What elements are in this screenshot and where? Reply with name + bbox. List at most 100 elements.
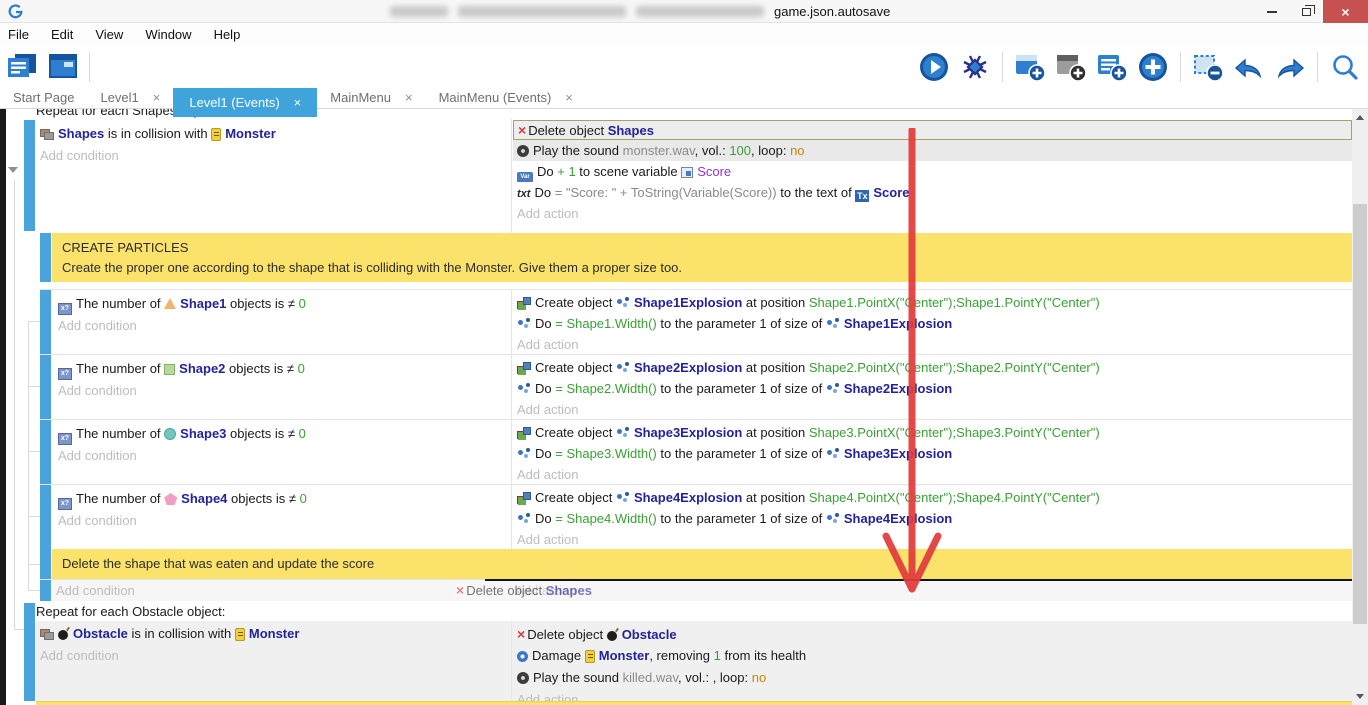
search-button[interactable]	[1328, 50, 1362, 84]
tab-close-icon[interactable]: ×	[294, 88, 302, 117]
undo-button[interactable]	[1232, 50, 1266, 84]
tab-level1[interactable]: Level1×	[87, 88, 173, 108]
text-segment: The number of	[76, 296, 164, 311]
collapse-arrow-icon[interactable]	[8, 167, 18, 173]
tab-mainmenu[interactable]: MainMenu×	[317, 88, 425, 108]
action-row[interactable]: Create object Shape3Explosion at positio…	[513, 422, 1352, 443]
subevent-s4[interactable]: x?The number of Shape4 objects is ≠ 0Add…	[40, 484, 1352, 549]
add-condition-link[interactable]: Add condition	[54, 315, 509, 337]
close-button[interactable]: ×	[1323, 0, 1368, 23]
subevent-s2[interactable]: x?The number of Shape2 objects is ≠ 0Add…	[40, 354, 1352, 419]
vertical-scrollbar[interactable]	[1352, 109, 1368, 705]
tab-close-icon[interactable]: ×	[405, 88, 413, 108]
menu-help[interactable]: Help	[203, 24, 252, 45]
restore-button[interactable]	[1289, 0, 1323, 23]
add-action-link[interactable]: Add action	[513, 399, 1352, 420]
action-row[interactable]: VarDo + 1 to scene variable Score	[513, 161, 1352, 182]
scene-window-button[interactable]	[46, 50, 80, 84]
tab-mainmenu-events-[interactable]: MainMenu (Events)×	[426, 88, 586, 108]
condition-row[interactable]: Shapes is in collision with Monster	[36, 123, 506, 145]
actions-column: Create object Shape2Explosion at positio…	[513, 357, 1352, 420]
tab-close-icon[interactable]: ×	[565, 88, 573, 108]
add-action-link[interactable]: Add action	[513, 334, 1352, 355]
bomb-icon	[58, 630, 68, 640]
empty-subevent-row[interactable]: Add conditionAdd action	[40, 579, 1352, 601]
add-action-link[interactable]: Add action	[513, 464, 1352, 485]
action-row[interactable]: Do = Shape1.Width() to the parameter 1 o…	[513, 313, 1352, 334]
comment-box[interactable]: CREATE PARTICLESCreate the proper one ac…	[52, 233, 1352, 282]
text-segment: Do	[535, 511, 555, 526]
scene-list-button[interactable]	[6, 50, 40, 84]
add-condition-link[interactable]: Add condition	[54, 445, 509, 467]
action-row[interactable]: Create object Shape4Explosion at positio…	[513, 487, 1352, 508]
add-new-button[interactable]	[1136, 50, 1170, 84]
tab-start-page[interactable]: Start Page	[0, 88, 87, 108]
add-condition-link[interactable]: Add condition	[54, 380, 509, 402]
menu-edit[interactable]: Edit	[40, 24, 84, 45]
text-segment: objects is ≠	[225, 361, 297, 376]
add-condition-link[interactable]: Add condition	[36, 645, 506, 667]
subevent-s1[interactable]: x?The number of Shape1 objects is ≠ 0Add…	[40, 289, 1352, 354]
redo-button[interactable]	[1273, 50, 1307, 84]
text-segment: Shapes	[546, 583, 592, 598]
menu-file[interactable]: File	[0, 24, 40, 45]
text-segment: Shape2Explosion	[844, 381, 952, 396]
add-comment-button[interactable]	[1095, 50, 1129, 84]
add-action-link[interactable]: Add action	[513, 689, 1352, 701]
condition-row[interactable]: x?The number of Shape1 objects is ≠ 0	[54, 293, 509, 315]
action-row[interactable]: Play the sound killed.wav, vol.: , loop:…	[513, 667, 1352, 689]
add-action-link[interactable]: Add action	[513, 529, 1352, 550]
add-condition-link[interactable]: Add condition	[54, 510, 509, 532]
action-row[interactable]: Create object Shape1Explosion at positio…	[513, 292, 1352, 313]
action-row[interactable]: Do = Shape4.Width() to the parameter 1 o…	[513, 508, 1352, 529]
comment-block[interactable]: CREATE PARTICLESCreate the proper one ac…	[40, 233, 1352, 282]
comment-block[interactable]: Delete the shape that was eaten and upda…	[40, 549, 1352, 579]
action-row[interactable]: Do = Shape3.Width() to the parameter 1 o…	[513, 443, 1352, 464]
text-segment: + 1	[557, 164, 575, 179]
particle-icon	[616, 363, 630, 374]
dragged-action-ghost: ×Delete object Shapes	[452, 581, 600, 599]
tab-level1-events-[interactable]: Level1 (Events)×	[173, 88, 317, 117]
condition-row[interactable]: x?The number of Shape4 objects is ≠ 0	[54, 488, 509, 510]
text-segment: Shape3.PointX("Center");Shape3.PointY("C…	[809, 425, 1100, 440]
text-segment: monster.wav	[623, 143, 695, 158]
add-action-link[interactable]: Add action	[513, 203, 1352, 224]
action-row[interactable]: Do = Shape2.Width() to the parameter 1 o…	[513, 378, 1352, 399]
text-segment: 1	[714, 648, 721, 663]
event-e1[interactable]: Repeat for each Shapes object:Shapes is …	[0, 109, 1352, 233]
conditions-column: x?The number of Shape3 objects is ≠ 0Add…	[54, 423, 509, 467]
event-selection-bar	[24, 120, 35, 231]
condition-row[interactable]: Obstacle is in collision with Monster	[36, 623, 506, 645]
action-row[interactable]: ×Delete object Shapes	[513, 120, 1352, 140]
debug-button[interactable]	[958, 50, 992, 84]
event-selection-bar	[24, 603, 35, 701]
menu-view[interactable]: View	[84, 24, 134, 45]
action-row[interactable]: Create object Shape2Explosion at positio…	[513, 357, 1352, 378]
window-title-text: game.json.autosave	[774, 4, 890, 19]
condition-row[interactable]: x?The number of Shape3 objects is ≠ 0	[54, 423, 509, 445]
event-selection-bar	[40, 290, 51, 354]
action-row[interactable]: Damage Monster, removing 1 from its heal…	[513, 645, 1352, 667]
text-segment: , removing	[649, 648, 713, 663]
action-row[interactable]: Play the sound monster.wav, vol.: 100, l…	[513, 140, 1352, 161]
play-button[interactable]	[917, 50, 951, 84]
scrollbar-thumb[interactable]	[1353, 204, 1367, 624]
comment-box[interactable]: Delete the shape that was eaten and upda…	[52, 549, 1352, 579]
add-condition-link[interactable]: Add condition	[56, 580, 135, 602]
add-subevent-button[interactable]	[1054, 50, 1088, 84]
action-row[interactable]: ×Delete object Obstacle	[513, 623, 1352, 645]
action-row[interactable]: txtDo = "Score: " + ToString(Variable(Sc…	[513, 182, 1352, 203]
deselect-button[interactable]	[1191, 50, 1225, 84]
add-event-button[interactable]	[1013, 50, 1047, 84]
text-segment: Obstacle	[73, 626, 128, 641]
condition-row[interactable]: x?The number of Shape2 objects is ≠ 0	[54, 358, 509, 380]
scroll-up-button[interactable]	[1352, 109, 1368, 126]
tab-close-icon[interactable]: ×	[153, 88, 161, 108]
add-condition-link[interactable]: Add condition	[36, 145, 506, 167]
scroll-down-button[interactable]	[1352, 688, 1368, 705]
collision-icon	[40, 129, 54, 140]
menu-window[interactable]: Window	[134, 24, 202, 45]
subevent-s3[interactable]: x?The number of Shape3 objects is ≠ 0Add…	[40, 419, 1352, 484]
event-e2[interactable]: Repeat for each Obstacle object:Obstacle…	[0, 601, 1352, 701]
minimize-button[interactable]	[1255, 0, 1289, 23]
